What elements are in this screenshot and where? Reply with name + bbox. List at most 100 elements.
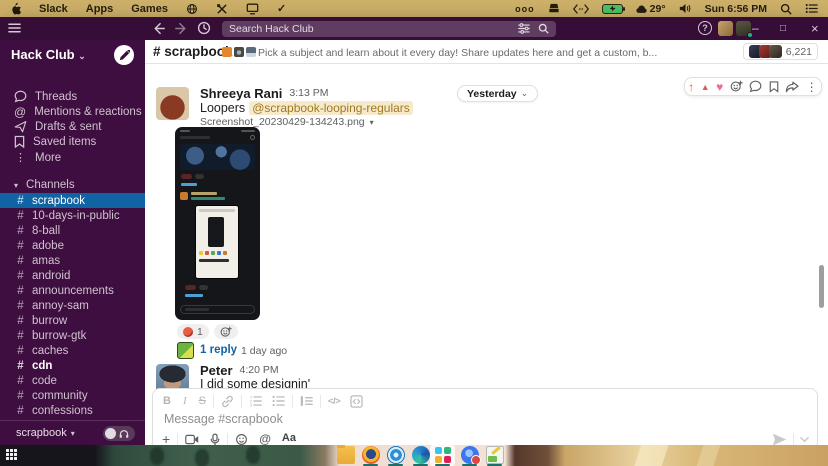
video-clip-button[interactable] [185,434,199,445]
huddle-workspace-label[interactable]: scrapbook [16,427,67,439]
thread-replies-link[interactable]: 1 reply [200,344,237,356]
mention-button[interactable]: @ [259,432,271,446]
bullet-list-button[interactable] [272,395,285,407]
sidebar-item-more[interactable]: ⋮ More [0,150,145,165]
link-button[interactable] [221,395,234,408]
ordered-list-button[interactable]: 123 [249,395,262,407]
sidebar-item-drafts[interactable]: Drafts & sent [0,119,145,134]
blockquote-button[interactable] [300,395,313,407]
sidebar-channel-scrapbook[interactable]: #scrapbook [0,193,145,208]
workspace-switcher-avatar[interactable] [718,21,733,36]
sidebar-channel-annoy-sam[interactable]: #annoy-sam [0,298,145,313]
sidebar-channel-8-ball[interactable]: #8-ball [0,223,145,238]
send-button[interactable] [772,433,787,446]
taskbar-chat-app-icon[interactable] [461,446,479,464]
italic-button[interactable]: I [183,395,187,407]
menu-slack[interactable]: Slack [39,3,68,15]
sidebar-channel-confessions[interactable]: #confessions [0,403,145,418]
search-icon[interactable] [538,23,549,34]
taskbar-file-manager-icon[interactable] [337,446,355,464]
sidebar-channel-cdn[interactable]: #cdn [0,358,145,373]
taskbar-edge-icon[interactable] [412,446,430,464]
thread-reply-avatar[interactable] [177,342,194,359]
taskbar-slack-icon[interactable] [434,446,452,464]
workspace-switcher[interactable]: Hack Club ⌄ [11,47,86,62]
code-button[interactable]: </> [328,396,340,407]
sidebar-channel-android[interactable]: #android [0,268,145,283]
sidebar-channel-community[interactable]: #community [0,388,145,403]
volume-icon[interactable] [679,3,692,14]
user-avatar[interactable] [736,21,751,36]
more-actions-button[interactable]: ⋮ [806,80,818,94]
window-close-button[interactable]: × [811,17,819,40]
start-menu-button[interactable] [6,449,18,461]
sidebar-channel-adobe[interactable]: #adobe [0,238,145,253]
spotlight-search-icon[interactable] [780,3,792,15]
message-author[interactable]: Peter [200,363,233,378]
attachment-image[interactable] [175,127,260,320]
history-back-button[interactable] [152,22,165,35]
message-composer[interactable]: B I S 123 </> Message #scrapbook + [152,388,818,450]
sidebar-channel-caches[interactable]: #caches [0,343,145,358]
search-bar[interactable]: Search Hack Club [222,21,556,37]
message-author[interactable]: Shreeya Rani [200,86,282,101]
menu-games[interactable]: Games [131,3,168,15]
menu-apps[interactable]: Apps [86,3,114,15]
globe-icon[interactable] [186,3,198,15]
strikethrough-button[interactable]: S [199,395,206,407]
weather-widget[interactable]: 29° [636,3,666,15]
sidebar-item-mentions[interactable]: @ Mentions & reactions [0,104,145,119]
add-reaction-button[interactable] [730,80,743,93]
avatar-shreeya[interactable] [156,87,189,120]
save-bookmark-button[interactable] [769,80,779,93]
help-icon[interactable]: ? [698,21,712,35]
formatting-toggle-button[interactable]: Aa [282,432,296,446]
check-icon[interactable]: ✓ [277,2,286,15]
upvote-emoji-button[interactable]: ↑ [688,80,694,94]
sidebar-channel-10-days-in-public[interactable]: #10-days-in-public [0,208,145,223]
sidebar-item-saved[interactable]: Saved items [0,134,145,149]
code-block-button[interactable] [350,395,363,408]
compose-button[interactable] [114,45,134,65]
window-minimize-button[interactable]: – [752,17,759,40]
schedule-send-chevron[interactable] [800,436,809,443]
system-clock[interactable]: Sun 6:56 PM [705,3,767,15]
sidebar-channel-amas[interactable]: #amas [0,253,145,268]
status-dots[interactable]: ooo [515,4,535,14]
window-maximize-button[interactable]: □ [780,17,786,40]
heart-emoji-button[interactable]: ♥ [716,80,723,94]
history-clock-icon[interactable] [197,21,211,35]
search-filter-icon[interactable] [518,23,530,34]
add-reaction-pill[interactable] [214,324,238,339]
emoji-button[interactable] [235,433,248,446]
message-timestamp[interactable]: 4:20 PM [240,364,279,376]
tools-icon[interactable] [216,3,228,15]
sidebar-channel-burrow[interactable]: #burrow [0,313,145,328]
reaction-pill-hackclub[interactable]: 1 [177,324,209,339]
taskbar-firefox-icon[interactable] [362,446,380,464]
reply-thread-button[interactable] [749,80,762,93]
hamburger-menu-icon[interactable] [8,22,21,34]
sidebar-channel-code[interactable]: #code [0,373,145,388]
history-forward-button[interactable] [175,22,188,35]
sidebar-channel-announcements[interactable]: #announcements [0,283,145,298]
device-icon[interactable] [548,3,560,14]
scrollbar-thumb[interactable] [819,265,824,308]
channel-topic[interactable]: Pick a subject and learn about it every … [258,47,728,59]
usergroup-mention[interactable]: @scrapbook-looping-regulars [249,101,413,115]
sidebar-item-threads[interactable]: Threads [0,89,145,104]
taskbar-text-editor-icon[interactable] [486,446,504,464]
share-message-button[interactable] [785,81,799,93]
date-divider-pill[interactable]: Yesterday ⌄ [457,85,538,102]
channels-section-header[interactable]: ▾ Channels [0,178,145,192]
apple-logo-icon[interactable] [10,2,21,15]
network-arrows-icon[interactable] [573,4,589,14]
sidebar-channel-burrow-gtk[interactable]: #burrow-gtk [0,328,145,343]
triangle-emoji-button[interactable]: ▲ [701,82,710,92]
taskbar-browser-icon[interactable] [387,446,405,464]
audio-clip-button[interactable] [210,433,220,446]
member-count-button[interactable]: 6,221 [743,43,818,60]
display-icon[interactable] [246,3,259,15]
message-timestamp[interactable]: 3:13 PM [289,87,328,99]
battery-indicator[interactable] [602,4,623,14]
